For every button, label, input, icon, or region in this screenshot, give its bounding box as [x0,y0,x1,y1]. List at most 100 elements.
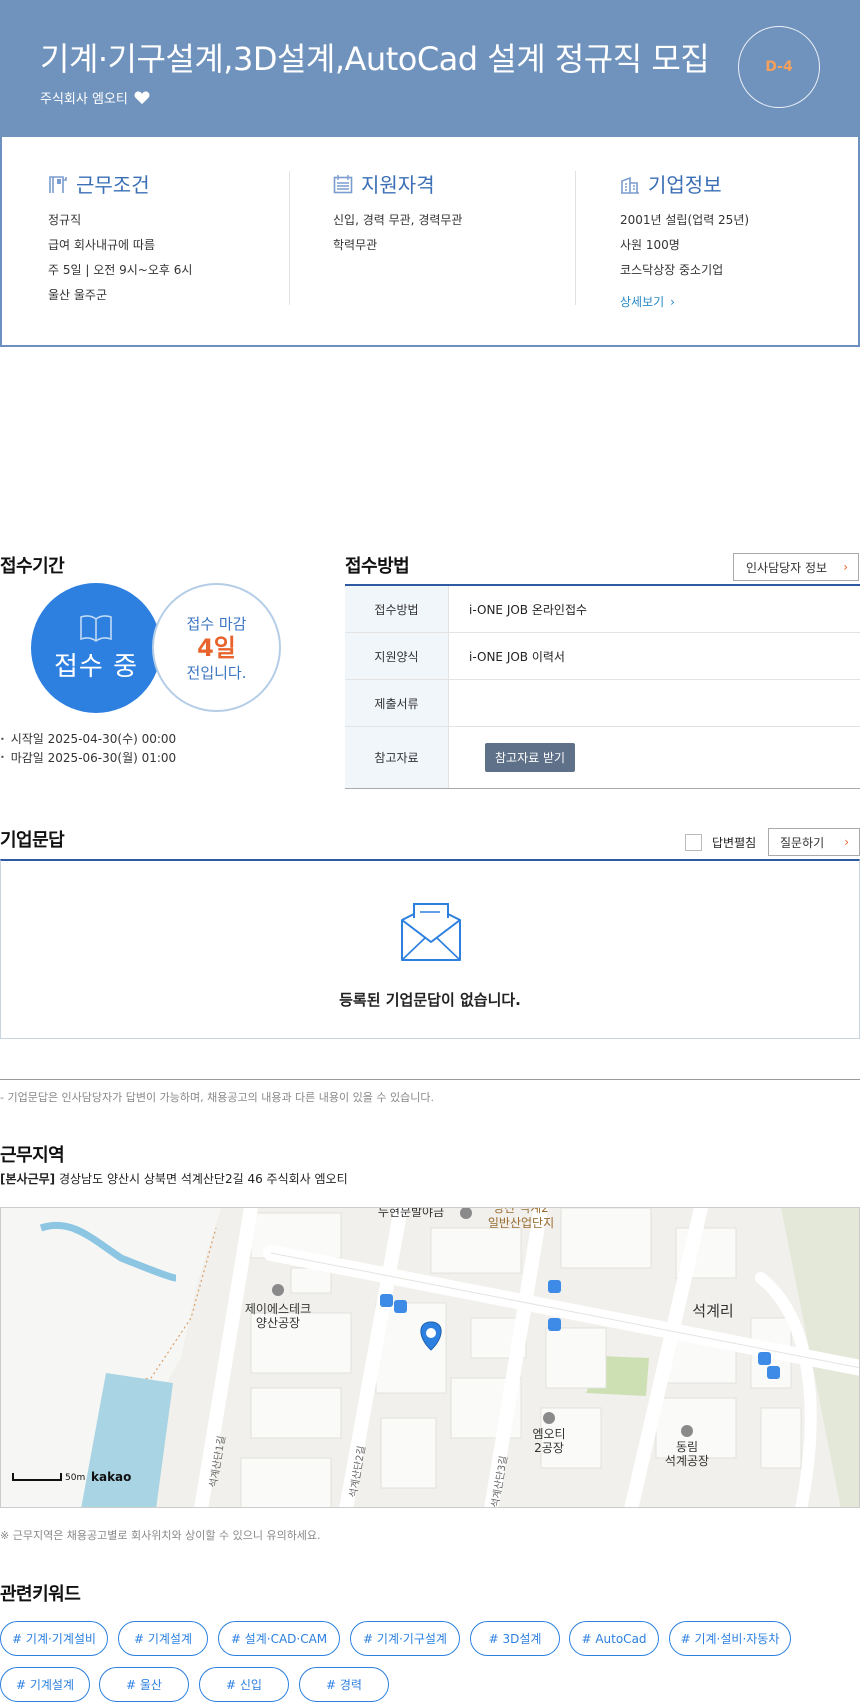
company-name[interactable]: 주식회사 엠오티 [40,88,128,107]
table-row: 접수방법 i-ONE JOB 온라인접수 [345,586,860,633]
row-key: 접수방법 [345,586,448,632]
end-date: 마감일 2025-06-30(월) 01:00 [0,749,176,768]
chevron-right-icon: › [843,560,848,574]
company-detail-link[interactable]: 상세보기 › [620,293,675,310]
deadline-suffix: 전입니다. [186,663,247,682]
row-key: 지원양식 [345,633,448,679]
start-date: 시작일 2025-04-30(수) 00:00 [0,730,176,749]
job-summary: 근무조건 정규직 급여 회사내규에 따름 주 5일 | 오전 9시~오후 6시 … [0,137,860,347]
map-label: 누현문발야금 [378,1208,444,1219]
row-value: i-ONE JOB 온라인접수 [448,586,860,632]
row-value: i-ONE JOB 이력서 [448,633,860,679]
ask-question-button[interactable]: 질문하기 › [768,828,860,856]
download-reference-button[interactable]: 참고자료 받기 [485,743,576,772]
keyword-tag[interactable]: # 기계설계 [118,1621,208,1656]
chevron-right-icon: › [844,835,849,849]
chevron-right-icon: › [670,295,675,309]
location-address: 경상남도 양산시 상북면 석계산단2길 46 주식회사 엠오티 [58,1172,348,1186]
work-conditions: 근무조건 정규직 급여 회사내규에 따름 주 5일 | 오전 9시~오후 6시 … [48,169,192,308]
company-info-title: 기업정보 [648,173,722,197]
building-flag-icon [49,175,67,193]
keyword-tag[interactable]: # 설계·CAD·CAM [218,1621,340,1656]
job-header: 기계·기구설계,3D설계,AutoCad 설계 정규직 모집 주식회사 엠오티 … [0,0,860,137]
keyword-tag[interactable]: # AutoCad [569,1621,659,1656]
keyword-tag[interactable]: # 기계설계 [0,1667,90,1702]
svg-text:kakao: kakao [91,1470,131,1484]
checkbox[interactable] [685,834,702,851]
svg-text:석계리: 석계리 [692,1302,733,1320]
hr-info-label: 인사담당자 정보 [746,560,828,575]
work-line: 정규직 [48,213,82,227]
qual-line: 신입, 경력 무관, 경력무관 [333,213,463,227]
work-line: 급여 회사내규에 따름 [48,238,155,252]
table-row: 제출서류 [345,680,860,727]
location-title: 근무지역 [0,1145,65,1166]
location-address-row: [본사근무] 경상남도 양산시 상북면 석계산단2길 46 주식회사 엠오티 [0,1170,348,1187]
svg-text:일반산업단지: 일반산업단지 [488,1216,554,1230]
svg-text:엠오티: 엠오티 [532,1427,565,1441]
svg-text:양산 석계2: 양산 석계2 [493,1208,549,1215]
method-title: 접수방법 [345,556,410,577]
keyword-tag[interactable]: # 신입 [199,1667,289,1702]
divider [289,171,290,305]
work-conditions-title: 근무조건 [76,173,150,197]
book-icon [80,614,112,642]
status-label: 접수 중 [53,651,139,682]
svg-text:2공장: 2공장 [534,1441,564,1455]
ask-question-label: 질문하기 [780,835,825,850]
deadline-circle: 접수 마감 4일 전입니다. [152,583,281,712]
company-line: 사원 100명 [620,238,680,252]
qa-title: 기업문답 [0,830,65,851]
map-note: ※ 근무지역은 채용공고별로 회사위치와 상이할 수 있으니 유의하세요. [0,1529,321,1542]
company-line: 2001년 설립(업력 25년) [620,213,750,227]
expand-answers-toggle[interactable]: 답변펼침 [685,834,756,851]
company-line: 코스닥상장 중소기업 [620,263,724,277]
qa-empty-message: 등록된 기업문답이 없습니다. [339,991,521,1009]
keyword-tag[interactable]: # 3D설계 [470,1621,560,1656]
hr-info-button[interactable]: 인사담당자 정보 › [733,553,859,581]
keyword-tag[interactable]: # 기계·기계설비 [0,1621,108,1656]
keywords-title: 관련키워드 [0,1584,81,1605]
keyword-tag[interactable]: # 울산 [99,1667,189,1702]
qa-note: - 기업문답은 인사담당자가 답변이 가능하며, 채용공고의 내용과 다른 내용… [0,1091,434,1104]
job-title: 기계·기구설계,3D설계,AutoCad 설계 정규직 모집 [40,40,710,78]
keyword-tag[interactable]: # 기계·기구설계 [350,1621,460,1656]
qual-line: 학력무관 [333,238,378,252]
period-title: 접수기간 [0,556,65,577]
svg-text:양산공장: 양산공장 [256,1316,300,1330]
status-circle: 접수 중 [31,583,161,713]
table-row: 참고자료 참고자료 받기 [345,727,860,788]
table-row: 지원양식 i-ONE JOB 이력서 [345,633,860,680]
envelope-icon [401,903,461,961]
work-line: 울산 울주군 [48,288,108,302]
period-dates: 시작일 2025-04-30(수) 00:00 마감일 2025-06-30(월… [0,730,176,767]
work-line: 주 5일 | 오전 9시~오후 6시 [48,263,193,277]
qualifications-title: 지원자격 [361,173,435,197]
keyword-tag[interactable]: # 경력 [299,1667,389,1702]
heart-icon[interactable] [134,90,150,105]
qualifications: 지원자격 신입, 경력 무관, 경력무관 학력무관 [333,169,462,258]
company-name-row: 주식회사 엠오티 [40,88,150,107]
qa-list: 등록된 기업문답이 없습니다. [0,859,860,1039]
svg-text:제이에스테크: 제이에스테크 [245,1302,311,1316]
keyword-tag[interactable]: # 기계·설비·자동차 [669,1621,791,1656]
method-table: 접수방법 i-ONE JOB 온라인접수 지원양식 i-ONE JOB 이력서 … [345,584,860,789]
row-key: 참고자료 [345,727,448,788]
calendar-icon [333,174,353,193]
divider [575,171,576,305]
divider [0,1079,860,1080]
company-info: 기업정보 2001년 설립(업력 25년) 사원 100명 코스닥상장 중소기업… [620,169,749,310]
location-tag: [본사근무] [0,1172,56,1186]
svg-text:석계공장: 석계공장 [665,1454,709,1468]
svg-text:50m: 50m [65,1473,85,1483]
svg-text:동림: 동림 [676,1440,698,1454]
location-map[interactable]: 누현문발야금 양산 석계2 일반산업단지 제이에스테크 양산공장 석계리 엠오티… [0,1207,860,1508]
office-building-icon [621,176,639,194]
deadline-prefix: 접수 마감 [186,614,247,633]
deadline-days: 4일 [197,633,236,662]
row-value [448,680,860,726]
d-day-badge: D-4 [738,26,820,108]
row-value: 참고자료 받기 [448,727,860,788]
row-key: 제출서류 [345,680,448,726]
expand-answers-label: 답변펼침 [712,836,757,850]
